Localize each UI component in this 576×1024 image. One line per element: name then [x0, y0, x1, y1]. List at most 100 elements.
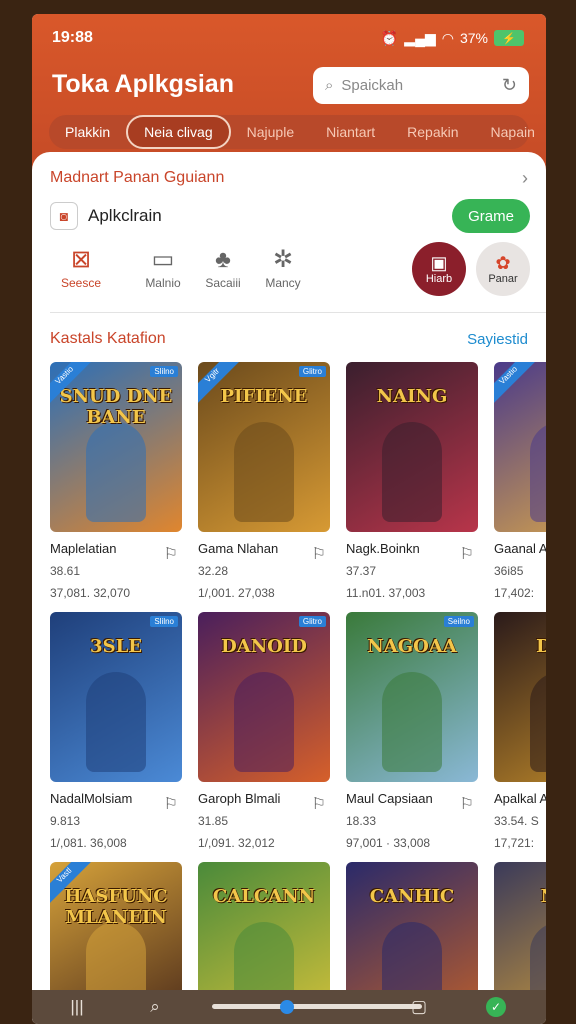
game-thumbnail[interactable]: 3SLE Slilno [50, 612, 182, 782]
game-logo: NAING [376, 386, 448, 407]
bookmark-icon[interactable]: ⚐ [312, 544, 326, 564]
chevron-right-icon[interactable]: › [522, 168, 528, 189]
search-icon: ⌕ [325, 77, 334, 94]
wifi-icon: ◠ [441, 29, 454, 46]
tab-bar: Plakkin Neia clivag Najuple Niantart Repakin… [49, 115, 535, 149]
category-item[interactable]: ✲ Mancy [248, 244, 318, 290]
game-button[interactable]: Grame [452, 199, 530, 233]
game-meta: 17,402: [494, 586, 535, 600]
game-card[interactable]: PIFIENE Glitro Vgitr Gama Nlahan ⚐ 32.28 1/,00… [198, 362, 332, 600]
game-logo: PIFIENE [220, 386, 308, 407]
category-label: Mancy [265, 276, 301, 290]
sparkle-icon: ⊠ [70, 246, 92, 273]
game-logo: DUN [536, 636, 546, 657]
game-card[interactable]: DANOID Glitro Garoph Blmali ⚐ 31.85 1/,091. 3… [198, 612, 332, 850]
game-card[interactable]: 3SLE Slilno NadalMolsiam ⚐ 9.813 1/,081. 36,0… [50, 612, 184, 850]
search-icon[interactable]: ⌕ [140, 990, 170, 1024]
game-logo: CALCANN [212, 886, 316, 907]
home-indicator [212, 1004, 422, 1009]
round-button-panar[interactable]: ✿ Panar [476, 242, 530, 296]
game-thumbnail[interactable]: DANOID Glitro [198, 612, 330, 782]
page-title: Toka Aplkgsian [52, 70, 234, 98]
game-card[interactable]: NAGOAA Seilno Maul Capsiaan ⚐ 18.33 97,001 · … [346, 612, 480, 850]
section-header: Kastals Katafion Sayiestid [50, 327, 528, 351]
game-thumbnail[interactable]: PIFIENE Glitro Vgitr [198, 362, 330, 532]
game-logo: SNUD DNE BANE [59, 386, 173, 428]
game-name: Maplelatian [50, 541, 117, 556]
home-dot-icon[interactable] [280, 1000, 294, 1014]
search-input[interactable]: ⌕ Spaickah ↻ [313, 67, 529, 104]
game-logo: 3SLE [90, 636, 142, 657]
game-meta: 1/,001. 27,038 [198, 586, 275, 600]
battery-text: 37% [459, 30, 488, 46]
game-card[interactable]: NAING Nagk.Boinkn ⚐ 37.37 11.n01. 37,003 [346, 362, 480, 600]
game-rating: 18.33 [346, 814, 377, 828]
game-thumbnail[interactable]: NAGOAA Seilno [346, 612, 478, 782]
see-all-link[interactable]: Sayiestid [467, 331, 528, 348]
game-meta: 1/,091. 32,012 [198, 836, 275, 850]
round-button-label: Hiarb [425, 273, 453, 285]
character-art [234, 422, 294, 522]
tab-item[interactable]: Repakin [391, 115, 474, 149]
game-name: Gaanal A [494, 541, 546, 556]
category-item[interactable]: ⊠ Seesce [46, 244, 116, 290]
game-logo: NAI [500, 886, 546, 907]
tab-item[interactable]: Napain [475, 115, 546, 149]
character-art [530, 422, 546, 522]
corner-ribbon: Vastio [494, 362, 537, 404]
recents-icon[interactable]: ▢ [404, 990, 434, 1024]
tab-item[interactable]: Niantart [310, 115, 391, 149]
game-card[interactable]: SNUD DNE BANE Slilno Vastio Maplelatian ⚐ 38.… [50, 362, 184, 600]
game-card[interactable]: Vastio Gaanal A 36i85 17,402: [494, 362, 546, 600]
game-badge: Glitro [298, 366, 326, 377]
game-badge: Slilno [150, 616, 178, 627]
bookmark-icon[interactable]: ⚐ [164, 794, 178, 814]
battery-icon: ⚡ [494, 30, 524, 46]
game-rating: 37.37 [346, 564, 377, 578]
game-name: NadalMolsiam [50, 791, 133, 806]
round-button-hiarb[interactable]: ▣ Hiarb [412, 242, 466, 296]
gear-icon: ✲ [272, 246, 294, 273]
game-thumbnail[interactable]: SNUD DNE BANE Slilno Vastio [50, 362, 182, 532]
menu-icon[interactable]: ||| [62, 990, 92, 1024]
signal-icon: ▂▄▆ [404, 29, 436, 46]
refresh-icon[interactable]: ↻ [502, 75, 517, 96]
check-icon[interactable]: ✓ [486, 997, 506, 1017]
bookmark-icon[interactable]: ⚐ [460, 794, 474, 814]
character-art [382, 672, 442, 772]
game-rating: 31.85 [198, 814, 229, 828]
game-name: Apalkal A [494, 791, 546, 806]
game-rating: 32.28 [198, 564, 229, 578]
content-card: Madnart Panan Gguiann › ◙ Aplkclrain Gra… [32, 152, 546, 1022]
featured-header[interactable]: Madnart Panan Gguiann › [50, 166, 528, 190]
search-placeholder: Spaickah [341, 77, 404, 94]
game-name: Maul Capsiaan [346, 791, 433, 806]
alarm-icon: ⏰ [380, 29, 399, 46]
app-icon: ▣ [430, 253, 448, 273]
tab-item[interactable]: Plakkin [49, 115, 126, 149]
game-thumbnail[interactable]: Vastio [494, 362, 546, 532]
game-thumbnail[interactable]: DUN [494, 612, 546, 782]
game-rating: 9.813 [50, 814, 81, 828]
game-name: Garoph Blmali [198, 791, 281, 806]
bookmark-icon[interactable]: ⚐ [460, 544, 474, 564]
game-card[interactable]: DUN Apalkal A 33.54. S 17,721: [494, 612, 546, 850]
game-thumbnail[interactable]: NAING [346, 362, 478, 532]
tab-item[interactable]: Najuple [231, 115, 310, 149]
divider [50, 312, 546, 313]
game-meta: 11.n01. 37,003 [346, 586, 426, 600]
camera-icon: ◙ [50, 202, 78, 230]
category-label: Seesce [60, 276, 102, 290]
game-name: Nagk.Boinkn [346, 541, 420, 556]
game-rating: 38.61 [50, 564, 81, 578]
round-button-label: Panar [488, 273, 518, 285]
game-meta: 37,081. 32,070 [50, 586, 131, 600]
game-badge: Seilno [443, 616, 474, 627]
featured-title: Madnart Panan Gguiann [50, 169, 225, 186]
character-art [382, 422, 442, 522]
bookmark-icon[interactable]: ⚐ [312, 794, 326, 814]
game-rating: 36i85 [494, 564, 524, 578]
phone-screen: 19:88 ⏰ ▂▄▆ ◠ 37% ⚡ Toka Aplkgsian ⌕ Spa… [32, 14, 546, 1024]
tab-item[interactable]: Neia clivag [126, 115, 231, 149]
bookmark-icon[interactable]: ⚐ [164, 544, 178, 564]
